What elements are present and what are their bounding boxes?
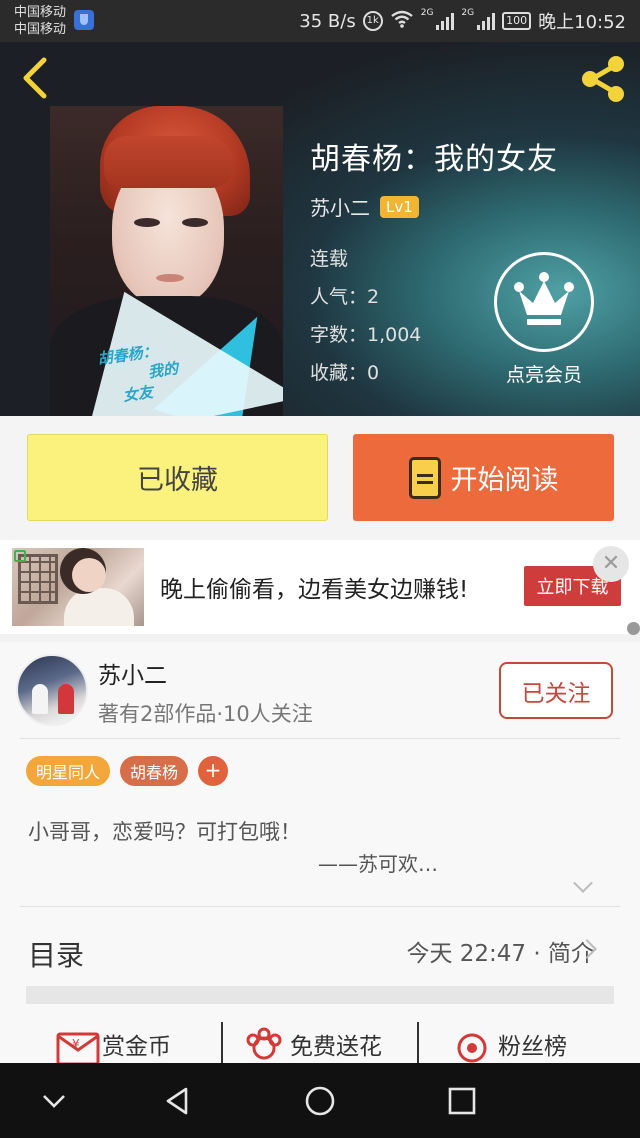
book-icon	[408, 456, 441, 499]
ad-mark-icon	[14, 550, 26, 562]
cover-eye-left	[134, 218, 160, 227]
avatar[interactable]	[16, 654, 88, 726]
start-reading-button[interactable]: 开始阅读	[353, 434, 614, 521]
fan-rank-button[interactable]: 粉丝榜	[452, 1026, 567, 1063]
tag-list: 明星同人 胡春杨 +	[26, 756, 229, 786]
send-flower-label: 免费送花	[290, 1034, 382, 1060]
expand-chevron-icon[interactable]	[573, 873, 593, 893]
svg-text:¥: ¥	[72, 1037, 80, 1051]
favorited-button[interactable]: 已收藏	[27, 434, 328, 521]
serial-status: 连载	[310, 248, 349, 270]
cover-eye-right	[182, 218, 208, 227]
engagement-row: ¥ 赏金币 免费送花 粉丝榜	[0, 1022, 640, 1066]
book-intro: 小哥哥，恋爱吗？可打包哦！	[28, 820, 301, 844]
popularity-stat: 人气：2	[310, 286, 380, 308]
fan-rank-icon	[452, 1026, 488, 1063]
author-card-name[interactable]: 苏小二	[98, 656, 167, 690]
share-icon	[582, 56, 624, 102]
reward-coins-label: 赏金币	[102, 1034, 171, 1060]
toc-label[interactable]: 目录	[28, 934, 84, 974]
carrier-labels: 中国移动 中国移动	[14, 4, 66, 38]
network-type-1: 2G	[420, 8, 434, 18]
home-circle-icon[interactable]	[300, 1081, 340, 1121]
flower-icon	[244, 1026, 282, 1062]
ad-info-icon[interactable]	[627, 622, 640, 635]
share-button[interactable]	[578, 54, 628, 104]
back-triangle-icon[interactable]	[158, 1081, 198, 1121]
word-count-stat: 字数：1,004	[310, 324, 422, 346]
book-title: 胡春杨：我的女友	[310, 142, 558, 177]
chevron-left-icon	[23, 57, 47, 99]
author-row: 苏小二 Lv1	[310, 192, 419, 221]
chevron-down-icon[interactable]	[34, 1081, 74, 1121]
recents-square-icon[interactable]	[442, 1081, 482, 1121]
book-header: 胡春杨： 我的 女友 胡春杨：我的女友 苏小二 Lv1 连载 人气：2 字数：1…	[0, 42, 640, 416]
signal-icon	[436, 12, 455, 30]
carrier-2: 中国移动	[14, 22, 67, 37]
system-nav-bar	[0, 1063, 640, 1138]
cover-bangs	[104, 136, 234, 188]
divider	[221, 1022, 223, 1063]
start-reading-label: 开始阅读	[450, 465, 559, 496]
add-tag-button[interactable]: +	[198, 756, 229, 786]
close-icon[interactable]: ✕	[593, 546, 629, 582]
hd-icon: 1k	[362, 11, 383, 31]
reward-coins-button[interactable]: ¥ 赏金币	[56, 1026, 171, 1066]
ad-figure-body	[64, 588, 134, 626]
status-indicators: 35 B/s 1k 2G 2G 100 晚上10:52	[299, 8, 626, 34]
fan-rank-label: 粉丝榜	[498, 1034, 567, 1060]
crown-icon	[494, 252, 594, 352]
tag-item[interactable]: 胡春杨	[120, 756, 189, 786]
toc-update-info[interactable]: 今天 22:47 · 简介	[406, 934, 594, 968]
author-name[interactable]: 苏小二	[310, 192, 370, 221]
network-type-2: 2G	[461, 8, 475, 18]
signal-icon-2	[477, 12, 496, 30]
vip-label: 点亮会员	[505, 364, 582, 386]
action-bar: 已收藏 开始阅读	[0, 416, 640, 540]
level-badge: Lv1	[380, 195, 419, 218]
back-button[interactable]	[16, 56, 56, 100]
ad-banner[interactable]: 晚上偷偷看，边看美女边赚钱! 立即下载 ✕	[0, 540, 640, 634]
divider	[20, 738, 620, 739]
send-flower-button[interactable]: 免费送花	[244, 1026, 382, 1062]
network-speed: 35 B/s	[299, 10, 356, 32]
carrier-1: 中国移动	[14, 5, 67, 20]
book-intro-signature: ——苏可欢…	[318, 852, 438, 876]
author-stats: 著有2部作品·10人关注	[98, 702, 313, 726]
coin-envelope-icon: ¥	[56, 1026, 100, 1066]
section-separator	[26, 986, 614, 1004]
shield-icon	[74, 10, 94, 30]
ad-text: 晚上偷偷看，边看美女边赚钱!	[160, 577, 469, 603]
battery-icon: 100	[502, 12, 532, 30]
vip-button[interactable]: 点亮会员	[494, 252, 594, 387]
author-card: 苏小二 著有2部作品·10人关注 已关注 明星同人 胡春杨 + 小哥哥，恋爱吗？…	[0, 642, 640, 1066]
favorites-stat: 收藏：0	[310, 362, 380, 384]
tag-item[interactable]: 明星同人	[26, 756, 111, 786]
divider	[20, 906, 620, 907]
ad-image	[12, 548, 144, 626]
ad-figure-head	[72, 558, 106, 592]
following-button[interactable]: 已关注	[499, 662, 613, 719]
divider	[417, 1022, 419, 1063]
section-gap	[0, 634, 640, 642]
status-bar: 中国移动 中国移动 35 B/s 1k 2G 2G 100 晚上10:52	[0, 0, 640, 42]
book-cover[interactable]: 胡春杨： 我的 女友	[50, 106, 283, 416]
status-time: 晚上10:52	[538, 12, 626, 33]
wifi-icon	[390, 9, 414, 34]
